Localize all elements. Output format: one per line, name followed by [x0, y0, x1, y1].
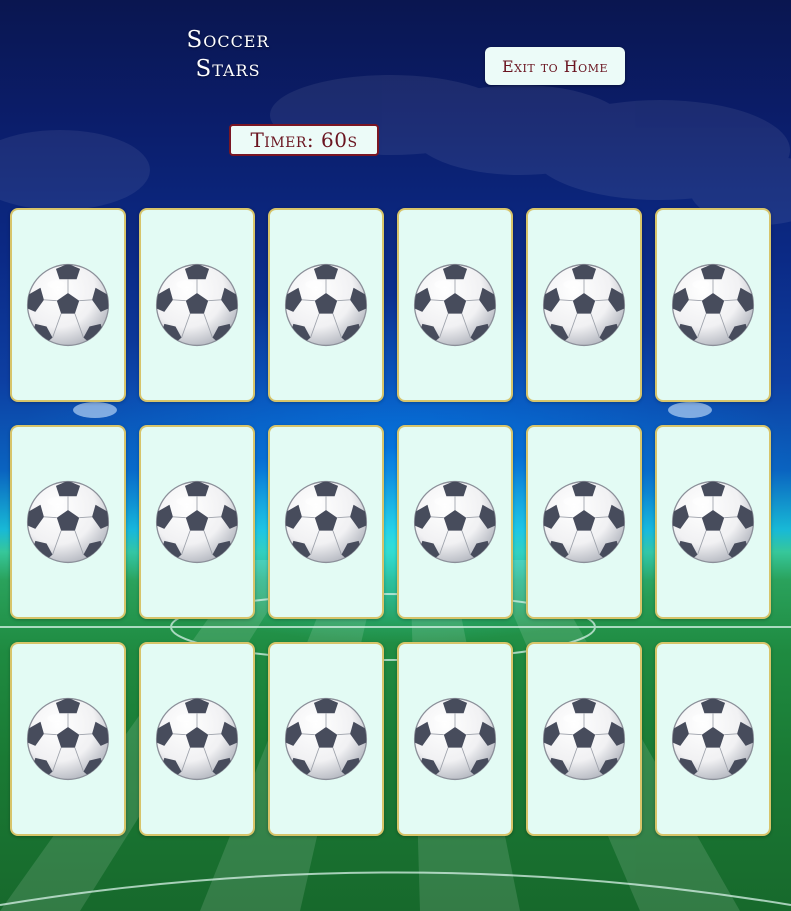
- memory-card[interactable]: [10, 642, 126, 836]
- game-title: Soccer Stars: [168, 26, 288, 84]
- memory-card[interactable]: [655, 208, 771, 402]
- memory-card[interactable]: [139, 642, 255, 836]
- memory-card[interactable]: [139, 425, 255, 619]
- soccer-ball-icon: [413, 480, 497, 564]
- soccer-ball-icon: [542, 263, 626, 347]
- memory-card[interactable]: [655, 642, 771, 836]
- soccer-ball-icon: [671, 263, 755, 347]
- memory-card[interactable]: [397, 208, 513, 402]
- timer-display: Timer: 60s: [229, 124, 379, 156]
- soccer-ball-icon: [155, 480, 239, 564]
- memory-card[interactable]: [397, 642, 513, 836]
- memory-card[interactable]: [268, 208, 384, 402]
- game-title-line2: Stars: [195, 56, 261, 82]
- soccer-ball-icon: [155, 697, 239, 781]
- soccer-ball-icon: [284, 480, 368, 564]
- memory-card[interactable]: [526, 425, 642, 619]
- soccer-ball-icon: [26, 263, 110, 347]
- card-grid: [10, 208, 772, 836]
- soccer-ball-icon: [542, 480, 626, 564]
- memory-card[interactable]: [10, 208, 126, 402]
- memory-card[interactable]: [655, 425, 771, 619]
- soccer-ball-icon: [26, 697, 110, 781]
- soccer-ball-icon: [542, 697, 626, 781]
- memory-card[interactable]: [10, 425, 126, 619]
- game-title-line1: Soccer: [186, 27, 270, 53]
- soccer-ball-icon: [26, 480, 110, 564]
- soccer-ball-icon: [155, 263, 239, 347]
- cloud-shapes: [0, 75, 791, 225]
- exit-to-home-button[interactable]: Exit to Home: [485, 47, 625, 85]
- memory-card[interactable]: [268, 642, 384, 836]
- soccer-ball-icon: [413, 697, 497, 781]
- soccer-ball-icon: [413, 263, 497, 347]
- soccer-ball-icon: [284, 697, 368, 781]
- memory-card[interactable]: [526, 642, 642, 836]
- memory-card[interactable]: [397, 425, 513, 619]
- memory-card[interactable]: [139, 208, 255, 402]
- memory-card[interactable]: [526, 208, 642, 402]
- memory-card[interactable]: [268, 425, 384, 619]
- soccer-ball-icon: [284, 263, 368, 347]
- soccer-ball-icon: [671, 697, 755, 781]
- soccer-ball-icon: [671, 480, 755, 564]
